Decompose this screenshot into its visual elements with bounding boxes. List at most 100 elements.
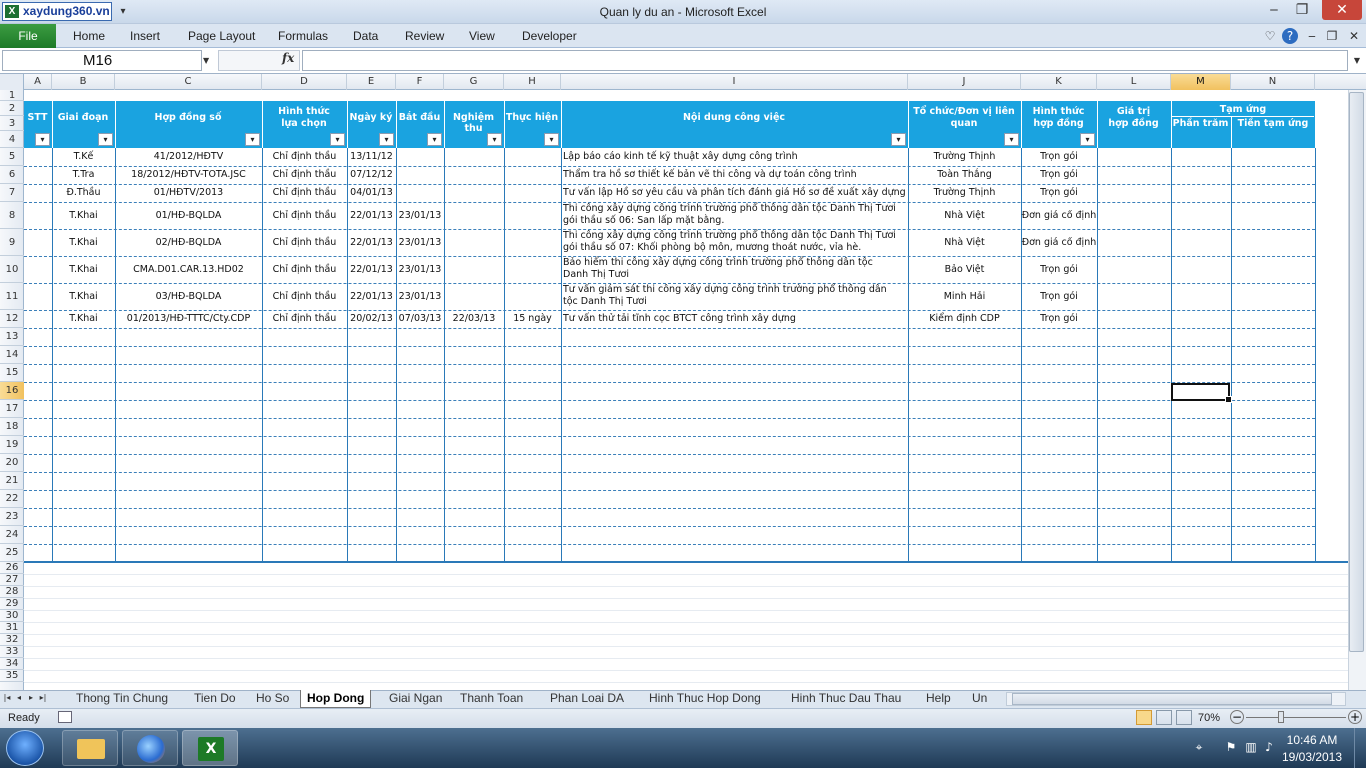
cell-hinh-thuc-hd[interactable]: Đơn giá cố định — [1021, 237, 1097, 249]
filter-dropdown-nghiem-thu[interactable]: ▾ — [487, 133, 502, 146]
row-header-24[interactable]: 24 — [0, 526, 24, 544]
row-header-11[interactable]: 11 — [0, 283, 24, 310]
prev-sheet-icon[interactable]: ◂ — [14, 692, 24, 704]
cell-hop-dong-so[interactable]: 41/2012/HĐTV — [115, 151, 262, 163]
row-header-19[interactable]: 19 — [0, 436, 24, 454]
row-header-4[interactable]: 4 — [0, 131, 24, 148]
cell-ngay-ky[interactable]: 04/01/13 — [347, 187, 396, 199]
row-header-8[interactable]: 8 — [0, 202, 24, 229]
select-all-corner[interactable] — [0, 74, 24, 90]
page-break-view-icon[interactable] — [1176, 710, 1192, 725]
column-header-l[interactable]: L — [1097, 74, 1171, 90]
next-sheet-icon[interactable]: ▸ — [26, 692, 36, 704]
cell-to-chuc[interactable]: Trường Thịnh — [908, 187, 1021, 199]
sheet-tab-thanh-toan[interactable]: Thanh Toan — [454, 690, 529, 708]
row-header-5[interactable]: 5 — [0, 148, 24, 166]
close-button[interactable]: ✕ — [1322, 0, 1362, 20]
tab-review[interactable]: Review — [405, 24, 444, 48]
row-header-30[interactable]: 30 — [0, 610, 24, 622]
sheet-tab-hop-dong[interactable]: Hop Dong — [300, 690, 372, 708]
windows-start-icon[interactable] — [6, 730, 44, 766]
row-header-21[interactable]: 21 — [0, 472, 24, 490]
row-header-7[interactable]: 7 — [0, 184, 24, 202]
row-header-16[interactable]: 16 — [0, 382, 24, 400]
cell-hinh-thuc[interactable]: Chỉ định thầu — [262, 169, 347, 181]
cell-to-chuc[interactable]: Kiểm định CDP — [908, 313, 1021, 325]
filter-dropdown-to-chuc[interactable]: ▾ — [1004, 133, 1019, 146]
macro-record-icon[interactable] — [58, 711, 72, 723]
column-header-f[interactable]: F — [396, 74, 444, 90]
cell-hinh-thuc[interactable]: Chỉ định thầu — [262, 237, 347, 249]
cell-ngay-ky[interactable]: 22/01/13 — [347, 291, 396, 303]
cell-hop-dong-so[interactable]: 01/HĐ-BQLDA — [115, 210, 262, 222]
cell-noi-dung[interactable]: Thi công xây dựng công trình trường phổ … — [563, 203, 907, 229]
cell-hop-dong-so[interactable]: 18/2012/HĐTV-TOTA.JSC — [115, 169, 262, 181]
row-header-31[interactable]: 31 — [0, 622, 24, 634]
cell-ngay-ky[interactable]: 22/01/13 — [347, 210, 396, 222]
sheet-tab-un[interactable]: Un — [966, 690, 998, 708]
row-header-2[interactable]: 2 — [0, 101, 24, 116]
cell-hinh-thuc-hd[interactable]: Trọn gói — [1021, 187, 1097, 199]
formula-input[interactable] — [302, 50, 1348, 71]
cell-hinh-thuc[interactable]: Chỉ định thầu — [262, 291, 347, 303]
cell-giai-doan[interactable]: T.Khai — [52, 210, 115, 222]
cell-to-chuc[interactable]: Nhà Việt — [908, 237, 1021, 249]
cell-noi-dung[interactable]: Tư vấn lập Hồ sơ yêu cầu và phân tích đá… — [563, 187, 907, 199]
workbook-close-icon[interactable]: ✕ — [1346, 28, 1362, 44]
flag-icon[interactable]: ⚑ — [1224, 740, 1238, 754]
sheet-tab-thong-tin-chung[interactable]: Thong Tin Chung — [70, 690, 174, 708]
row-header-12[interactable]: 12 — [0, 310, 24, 328]
cell-hinh-thuc-hd[interactable]: Đơn giá cố định — [1021, 210, 1097, 222]
tab-developer[interactable]: Developer — [522, 24, 577, 48]
filter-dropdown-hinh-thuc-hd[interactable]: ▾ — [1080, 133, 1095, 146]
row-header-20[interactable]: 20 — [0, 454, 24, 472]
cell-hop-dong-so[interactable]: 03/HĐ-BQLDA — [115, 291, 262, 303]
cell-to-chuc[interactable]: Toàn Thắng — [908, 169, 1021, 181]
tab-data[interactable]: Data — [353, 24, 378, 48]
cell-noi-dung[interactable]: Thẩm tra hồ sơ thiết kế bản vẽ thi công … — [563, 169, 907, 181]
workbook-restore-icon[interactable]: ❐ — [1324, 28, 1340, 44]
cell-to-chuc[interactable]: Minh Hải — [908, 291, 1021, 303]
column-header-m[interactable]: M — [1171, 74, 1231, 90]
show-desktop-button[interactable] — [1354, 728, 1366, 768]
cell-hop-dong-so[interactable]: 02/HĐ-BQLDA — [115, 237, 262, 249]
row-header-10[interactable]: 10 — [0, 256, 24, 283]
row-header-34[interactable]: 34 — [0, 658, 24, 670]
file-tab[interactable]: File — [0, 24, 56, 48]
cell-giai-doan[interactable]: T.Khai — [52, 237, 115, 249]
column-header-i[interactable]: I — [561, 74, 908, 90]
column-header-n[interactable]: N — [1231, 74, 1315, 90]
vertical-scroll-thumb[interactable] — [1349, 92, 1364, 652]
first-sheet-icon[interactable]: |◂ — [2, 692, 12, 704]
cell-giai-doan[interactable]: T.Kế — [52, 151, 115, 163]
clock-date[interactable]: 19/03/2013 — [1278, 750, 1346, 764]
sheet-tab-tien-do[interactable]: Tien Do — [188, 690, 242, 708]
cell-to-chuc[interactable]: Trường Thịnh — [908, 151, 1021, 163]
cell-hinh-thuc[interactable]: Chỉ định thầu — [262, 210, 347, 222]
cell-noi-dung[interactable]: Tư vấn thử tải tĩnh cọc BTCT công trình … — [563, 313, 907, 325]
column-header-e[interactable]: E — [347, 74, 396, 90]
row-header-17[interactable]: 17 — [0, 400, 24, 418]
filter-dropdown-thuc-hien[interactable]: ▾ — [544, 133, 559, 146]
sheet-tab-hinh-thuc-hop-dong[interactable]: Hinh Thuc Hop Dong — [643, 690, 767, 708]
worksheet-grid[interactable] — [0, 74, 1366, 690]
row-header-29[interactable]: 29 — [0, 598, 24, 610]
cell-hop-dong-so[interactable]: 01/HĐTV/2013 — [115, 187, 262, 199]
filter-dropdown-bat-dau[interactable]: ▾ — [427, 133, 442, 146]
cell-bat-dau[interactable]: 07/03/13 — [396, 313, 444, 325]
page-layout-view-icon[interactable] — [1156, 710, 1172, 725]
cell-bat-dau[interactable]: 23/01/13 — [396, 237, 444, 249]
cell-hinh-thuc[interactable]: Chỉ định thầu — [262, 313, 347, 325]
sheet-tab-help[interactable]: Help — [920, 690, 957, 708]
row-header-28[interactable]: 28 — [0, 586, 24, 598]
cell-thuc-hien[interactable]: 15 ngày — [504, 313, 561, 325]
tab-home[interactable]: Home — [73, 24, 105, 48]
cell-noi-dung[interactable]: Tư vấn giám sát thi công xây dựng công t… — [563, 284, 907, 310]
row-header-13[interactable]: 13 — [0, 328, 24, 346]
sheet-tab-ho-so[interactable]: Ho So — [250, 690, 295, 708]
network-icon[interactable]: ▥ — [1244, 740, 1258, 754]
minimize-button[interactable]: ‒ — [1260, 0, 1288, 20]
cell-hinh-thuc-hd[interactable]: Trọn gói — [1021, 291, 1097, 303]
column-header-k[interactable]: K — [1021, 74, 1097, 90]
row-header-33[interactable]: 33 — [0, 646, 24, 658]
